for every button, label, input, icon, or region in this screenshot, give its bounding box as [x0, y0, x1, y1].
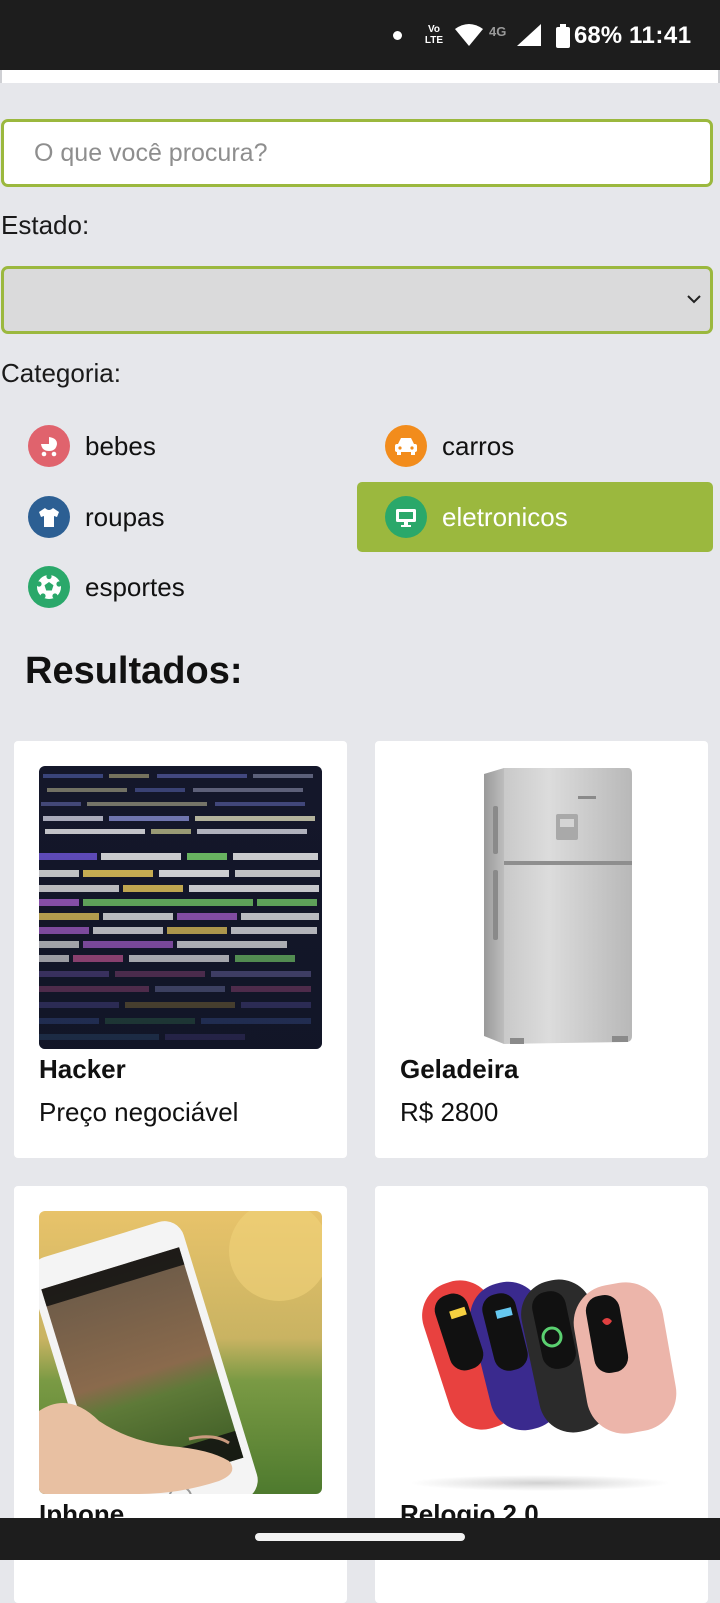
clock: 11:41 — [629, 22, 692, 49]
status-bar: Vo LTE 4G 68% 11:41 — [0, 0, 720, 70]
product-name: Geladeira — [400, 1054, 519, 1084]
categoria-label: Categoria: — [1, 358, 121, 388]
volte-icon: Vo LTE — [424, 24, 444, 46]
network-type: 4G — [489, 24, 507, 39]
battery-percent: 68% — [574, 22, 623, 49]
refrigerator-image — [400, 766, 683, 1049]
results-title: Resultados: — [25, 650, 243, 692]
category-label: eletronicos — [442, 501, 568, 532]
category-eletronicos[interactable]: eletronicos — [357, 482, 713, 552]
smart-bands-image — [400, 1211, 683, 1494]
soccer-ball-icon — [28, 566, 70, 608]
wifi-icon — [455, 24, 483, 46]
car-icon — [385, 425, 427, 467]
category-label: roupas — [85, 501, 165, 532]
product-price: R$ 2800 — [400, 1097, 499, 1127]
product-card-geladeira[interactable]: Geladeira R$ 2800 — [375, 741, 708, 1158]
category-label: esportes — [85, 571, 185, 602]
search-box — [1, 119, 713, 187]
category-esportes[interactable]: esportes — [0, 552, 356, 622]
baby-carriage-icon — [28, 425, 70, 467]
search-input[interactable] — [4, 122, 710, 184]
category-carros[interactable]: carros — [357, 411, 713, 481]
category-roupas[interactable]: roupas — [0, 482, 356, 552]
code-screen-image — [39, 766, 322, 1049]
signal-icon — [517, 24, 541, 46]
header-edge — [0, 70, 720, 83]
system-nav-bar — [0, 1518, 720, 1560]
category-label: carros — [442, 430, 515, 461]
estado-label: Estado: — [1, 210, 90, 240]
phone-in-hand-image — [39, 1211, 322, 1494]
chevron-down-icon — [687, 295, 701, 304]
estado-select[interactable] — [1, 266, 713, 334]
notification-dot-icon — [393, 31, 402, 40]
tshirt-icon — [28, 496, 70, 538]
category-bebes[interactable]: bebes — [0, 411, 356, 481]
category-label: bebes — [85, 430, 156, 461]
product-price: Preço negociável — [39, 1097, 239, 1127]
product-card-hacker[interactable]: Hacker Preço negociável — [14, 741, 347, 1158]
battery-icon — [556, 24, 570, 48]
product-name: Hacker — [39, 1054, 126, 1084]
home-gesture-handle[interactable] — [255, 1533, 465, 1541]
monitor-icon — [385, 496, 427, 538]
